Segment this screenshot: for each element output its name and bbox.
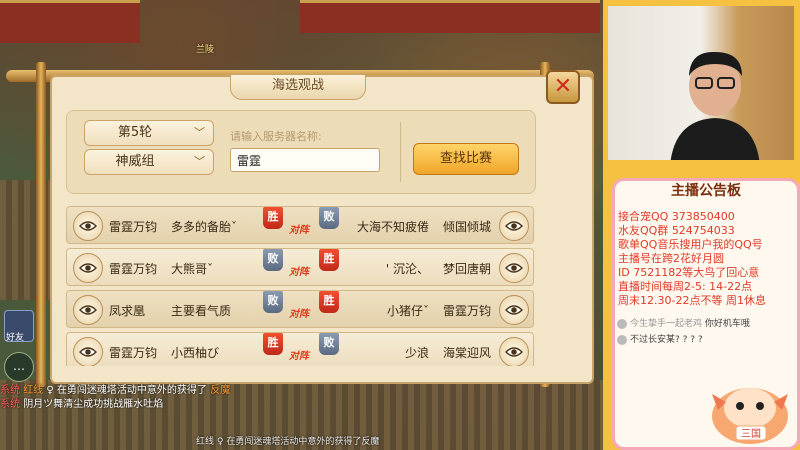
vs-label: 对阵 [289,225,309,236]
roof-decoration [0,0,140,43]
right-result-badge: 胜 [319,249,339,271]
left-result-badge: 胜 [263,207,283,229]
comment-user: 今生挚手一起老鸡 [630,319,703,329]
chevron-down-icon: ﹀ [194,155,205,168]
streamer-image [670,51,760,160]
watch-right-button[interactable] [499,211,529,241]
board-title: 主播公告板 [671,183,741,199]
eye-icon [79,343,97,362]
left-server: 雷霆万钧 [109,220,158,234]
right-player: 少浪 [404,346,429,360]
eye-icon [505,217,523,236]
watch-left-button[interactable] [73,295,103,325]
server-name-label: 请输入服务器名称: [230,130,322,143]
left-server: 凤求凰 [109,304,146,318]
search-match-button[interactable]: 查找比赛 [413,143,519,175]
match-row[interactable]: 雷霆万钧 小西柚び 胜对阵败少浪 海棠迎风 [66,332,534,366]
right-result-badge: 胜 [319,291,339,313]
chat-line: 系统 阴月ツ舞清尘成功挑战雁水吐焰 [0,398,260,412]
board-line: ID 7521182等大鸟了回心意 [618,266,760,279]
character-name: 兰陵 [196,45,215,55]
right-result-badge: 败 [319,207,339,229]
left-result-badge: 败 [263,291,283,313]
left-player: 大熊哥ˇ [171,262,214,276]
vs-label: 对阵 [289,309,309,320]
eye-icon [79,217,97,236]
mascot-image: 三国 [712,388,788,444]
match-row[interactable]: 凤求凰 主要看气质 败对阵胜小猪仔ˇ 雷霆万钧 [66,290,534,328]
chat-button[interactable]: … [4,352,34,382]
chevron-down-icon: ﹀ [194,126,205,139]
right-player: ' 沉沦、 [385,262,429,276]
round-select[interactable]: 第5轮 ﹀ [84,120,214,146]
watch-left-button[interactable] [73,211,103,241]
chat-user: 红线 [23,385,47,396]
roof-decoration [300,0,600,33]
watch-left-button[interactable] [73,253,103,283]
system-broadcast: 红线 ♀ 在勇闯迷魂塔活动中意外的获得了反魔 [196,437,380,447]
chat-log: 系统 红线 ♀ 在勇闯迷魂塔活动中意外的获得了 反魔 系统 阴月ツ舞清尘成功挑战… [0,384,260,412]
board-lines: 接合宠QQ 373850400 水友QQ群 524754033 歌单QQ音乐搜用… [618,210,793,308]
chat-tag: 系统 [0,399,20,410]
group-select-value: 神威组 [115,154,155,169]
server-name-input[interactable] [230,148,380,172]
right-result-badge: 败 [319,333,339,355]
eye-icon [79,259,97,278]
left-result-badge: 胜 [263,333,283,355]
viewer-comment: 今生挚手一起老鸡 你好机车哦 [617,316,750,329]
divider [400,122,401,182]
board-line: 主播号在跨2花好月圆 [618,252,724,265]
group-select[interactable]: 神威组 ﹀ [84,149,214,175]
webcam-view [608,6,794,160]
chat-line: 系统 红线 ♀ 在勇闯迷魂塔活动中意外的获得了 反魔 [0,384,260,398]
viewer-comment: 不过长安某? ? ? ? [617,332,703,345]
left-server: 雷霆万钧 [109,262,158,276]
board-line: 接合宠QQ 373850400 [618,210,735,223]
eye-icon [79,301,97,320]
match-row[interactable]: 雷霆万钧 多多的备胎ˇ 胜对阵败大海不知疲倦 倾国倾城 [66,206,534,244]
scroll-left-rod [36,62,46,387]
close-icon: ✕ [553,74,573,99]
dialog-title: 海选观战 [230,74,366,100]
right-player: 大海不知疲倦 [356,220,429,234]
watch-right-button[interactable] [499,337,529,366]
watch-right-button[interactable] [499,253,529,283]
board-line: 直播时间每周2-5: 14-22点 [618,280,753,293]
comment-text: 不过长安某? ? ? ? [630,335,703,345]
right-player: 小猪仔ˇ [386,304,429,318]
watch-left-button[interactable] [73,337,103,366]
watch-right-button[interactable] [499,295,529,325]
comment-text: 你好机车哦 [704,319,750,329]
right-server: 倾国倾城 [442,220,491,234]
board-line: 歌单QQ音乐搜用户我的QQ号 [618,238,763,251]
left-player: 小西柚び [171,346,220,360]
close-button[interactable]: ✕ [546,70,580,104]
round-select-value: 第5轮 [117,125,153,140]
chat-text: 阴月ツ舞清尘成功挑战雁水吐焰 [23,399,164,410]
match-row[interactable]: 雷霆万钧 大熊哥ˇ 败对阵胜 ' 沉沦、 梦回唐朝 [66,248,534,286]
chat-item: 反魔 [210,385,231,396]
chat-text: ♀ 在勇闯迷魂塔活动中意外的获得了 [46,385,207,396]
vs-label: 对阵 [289,351,309,362]
right-server: 海棠迎风 [442,346,491,360]
mascot-label: 三国 [741,428,761,440]
left-player: 多多的备胎ˇ [171,220,238,234]
left-server: 雷霆万钧 [109,346,158,360]
avatar [617,318,627,329]
board-line: 水友QQ群 524754033 [618,224,735,237]
match-list[interactable]: 雷霆万钧 多多的备胎ˇ 胜对阵败大海不知疲倦 倾国倾城 雷霆万钧 大熊哥ˇ 败对阵胜 ' 沉沦… [66,206,534,366]
board-line: 周末12.30-22点不等 周1休息 [618,294,766,307]
right-server: 梦回唐朝 [442,262,491,276]
eye-icon [505,301,523,320]
avatar [617,334,627,345]
right-server: 雷霆万钧 [442,304,491,318]
left-player: 主要看气质 [171,304,232,318]
eye-icon [505,343,523,362]
chat-tag: 系统 [0,385,20,396]
vs-label: 对阵 [289,267,309,278]
eye-icon [505,259,523,278]
friends-label: 好友 [6,333,25,343]
left-result-badge: 败 [263,249,283,271]
